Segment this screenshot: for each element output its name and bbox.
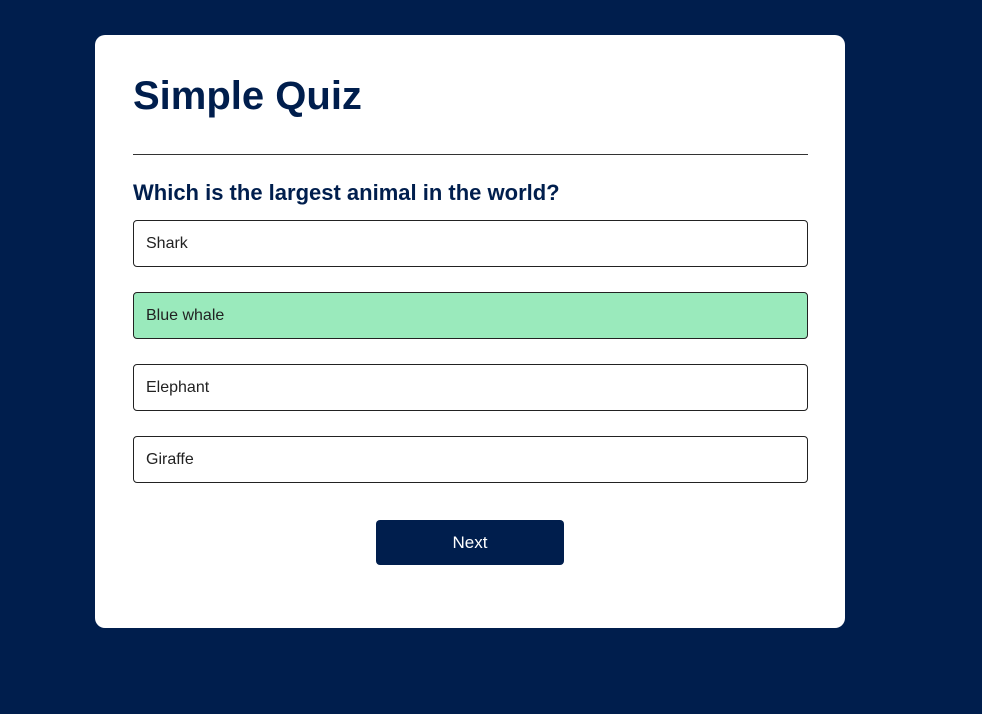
question-text: Which is the largest animal in the world… [133, 180, 560, 205]
quiz-title: Simple Quiz [133, 74, 362, 118]
answer-button-elephant[interactable]: Elephant [133, 364, 808, 411]
quiz-card: Simple Quiz Which is the largest animal … [95, 35, 845, 628]
page-background: { "app": { "title": "Simple Quiz" }, "qu… [0, 0, 982, 714]
answer-button-shark[interactable]: Shark [133, 220, 808, 267]
next-button[interactable]: Next [376, 520, 564, 565]
answer-button-blue-whale[interactable]: Blue whale [133, 292, 808, 339]
divider [133, 154, 808, 155]
answer-button-giraffe[interactable]: Giraffe [133, 436, 808, 483]
answer-list: Shark Blue whale Elephant Giraffe [133, 220, 808, 508]
